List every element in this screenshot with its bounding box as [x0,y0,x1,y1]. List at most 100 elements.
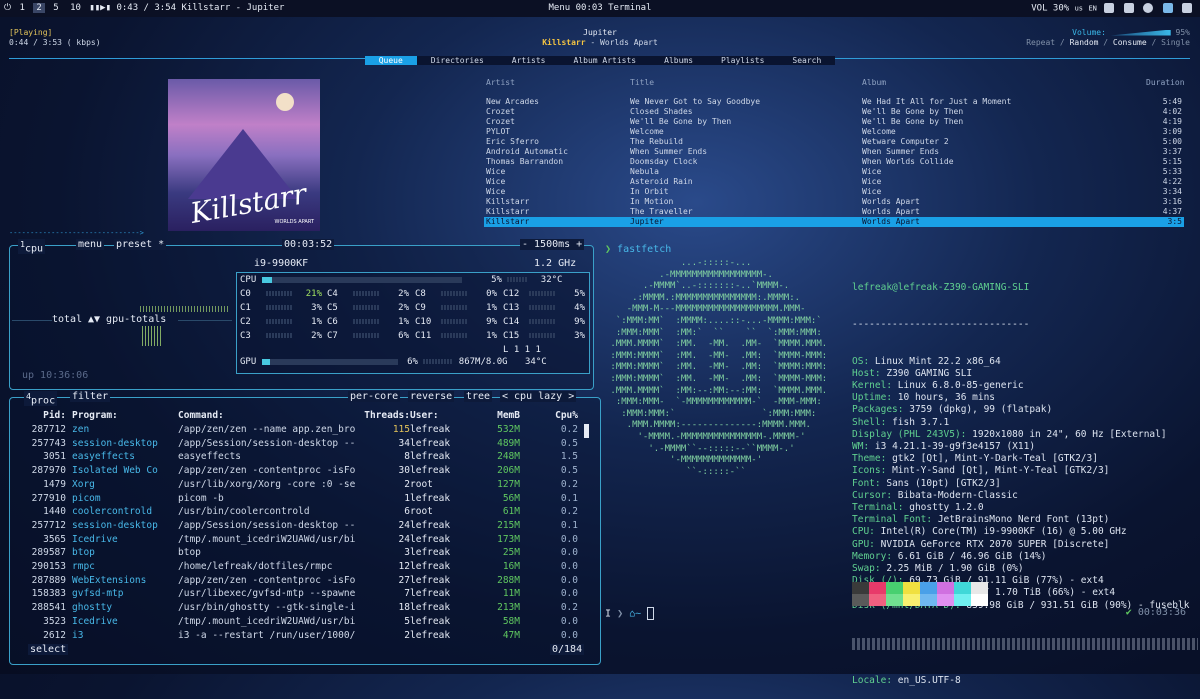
proc-pid: 2612 [43,629,66,641]
process-row[interactable]: 288541 ghostty/usr/bin/ghostty --gtk-sing… [10,602,590,615]
queue-row[interactable]: Wice Nebula Wice 5:33 [484,167,1184,177]
select-label[interactable]: select [28,644,69,655]
network-icon[interactable] [1143,3,1154,13]
btop-clock: 00:03:52 [282,239,335,250]
fastfetch-info-list: OS: Linux Mint 22.2 x86_64 Host: Z390 GAM… [852,356,1198,612]
reverse-toggle[interactable]: reverse [408,391,455,402]
mode-random[interactable]: Random [1070,38,1099,47]
queue-row[interactable]: Wice Asteroid Rain Wice 4:22 [484,177,1184,187]
header-program[interactable]: Program: [72,410,172,421]
process-row[interactable]: 1440 coolercontrold/usr/bin/coolercontrol… [10,506,590,519]
queue-row[interactable]: Killstarr Jupiter Worlds Apart 3:5 [484,217,1184,227]
process-row[interactable]: 277910 picom picom -b 1 lefreak 56M 0.1 [10,493,590,506]
core-graph [529,319,555,324]
volume-control[interactable]: Volume: 95% [1072,28,1190,37]
process-row[interactable]: 289587 btop btop 3 lefreak 25M 0.0 [10,547,590,560]
process-row[interactable]: 1479 Xorg/usr/lib/xorg/Xorg -core :0 -se 2… [10,479,590,492]
fastfetch-value: Z390 GAMING SLI [886,367,973,379]
header-threads[interactable]: Threads: [340,410,410,421]
filter-button[interactable]: filter [70,391,111,402]
cpu-core-c14: C14 9% [503,317,587,327]
core-graph [266,333,292,338]
process-row[interactable]: 158383 gvfsd-mtp/usr/libexec/gvfsd-mtp --… [10,588,590,601]
proc-threads: 18 [398,602,410,614]
queue-row[interactable]: Thomas Barrandon Doomsday Clock When World… [484,157,1184,167]
proc-mem: 206M [497,465,520,477]
queue-header-title[interactable]: Title [630,78,654,87]
cpu-core-c4: C4 2% [327,289,411,299]
tab-directories[interactable]: Directories [416,56,498,65]
mode-single[interactable]: Single [1161,38,1190,47]
queue-header-album[interactable]: Album [862,78,886,87]
fastfetch-info: lefreak@lefreak-Z390-GAMING-SLI --------… [852,258,1198,699]
volume-indicator[interactable]: VOL 30% [1031,4,1069,14]
process-row[interactable]: 257743 session-desktop/app/Session/sessio… [10,438,590,451]
process-row[interactable]: 3051 easyeffects easyeffects 8 lefreak 248M 1.… [10,451,590,464]
header-cpu[interactable]: Cpu% [530,410,578,421]
queue-row[interactable]: Killstarr The Traveller Worlds Apart 4:37 [484,207,1184,217]
process-row[interactable]: 3565 Icedrive/tmp/.mount_icedriW2UAWd/usr… [10,534,590,547]
queue-header-duration[interactable]: Duration [1146,78,1185,87]
bluetooth-icon[interactable] [1162,3,1173,13]
proc-threads: 34 [398,437,410,449]
queue-row[interactable]: Eric Sferro The Rebuild Wetware Computer 2… [484,137,1184,147]
screenshot-icon[interactable] [1123,3,1134,13]
queue-row[interactable]: Killstarr In Motion Worlds Apart 3:16 [484,197,1184,207]
ascii-line: '.-MMMM``--:::::--``MMMM-.' [605,443,795,454]
clipboard-icon[interactable] [1104,3,1115,13]
proc-mem: 11M [502,588,520,600]
process-row[interactable]: 290153 rmpc/home/lefreak/dotfiles/rmpc 12 l… [10,561,590,574]
queue-title: Welcome [630,127,664,136]
per-core-toggle[interactable]: per-core [348,391,401,402]
proc-mem: 25M [502,547,520,559]
mode-repeat[interactable]: Repeat [1026,38,1055,47]
core-label: C9 [415,303,426,313]
header-user[interactable]: User: [410,410,470,421]
sort-selector[interactable]: < cpu lazy > [500,391,577,402]
queue-row[interactable]: Crozet Closed Shades We'll Be Gone by Then… [484,107,1184,117]
tab-album-artists[interactable]: Album Artists [559,56,651,65]
proc-mem: 16M [502,561,520,572]
proc-tab[interactable]: 4proc [24,391,58,407]
tab-albums[interactable]: Albums [650,56,708,65]
tab-playlists[interactable]: Playlists [707,56,779,65]
menu-button[interactable]: menu [76,239,105,250]
fastfetch-value: Mint-Y-Sand [Qt], Mint-Y-Teal [GTK2/3] [892,465,1110,477]
process-row[interactable]: 257712 session-desktop/app/Session/sessio… [10,520,590,533]
process-row[interactable]: 287712 zen/app/zen/zen --name app.zen_bro… [10,424,590,437]
mode-consume[interactable]: Consume [1113,38,1147,47]
preset-button[interactable]: preset * [114,239,167,250]
volume-bar[interactable] [1110,29,1171,36]
queue-row[interactable]: PYLOT Welcome Welcome 3:09 [484,127,1184,137]
gpu-totals-toggle[interactable]: ▲▼ gpu-totals [88,314,166,325]
cpu-tab[interactable]: 1cpu [18,239,46,255]
queue-row[interactable]: New Arcades We Never Got to Say Goodbye We… [484,97,1184,107]
song-progress-bar[interactable]: -------------------------------> [9,229,144,237]
process-row[interactable]: 2612 i3 i3 -a --restart /run/user/1000/2 le… [10,630,590,643]
tab-artists[interactable]: Artists [497,56,560,65]
process-scrollbar[interactable] [584,424,589,438]
queue-row[interactable]: Wice In Orbit Wice 3:34 [484,187,1184,197]
update-icon[interactable] [1182,3,1192,13]
tree-toggle[interactable]: tree [464,391,493,402]
header-pid[interactable]: Pid: [20,410,66,421]
proc-user: lefreak [410,615,451,627]
update-interval[interactable]: - 1500ms + [520,239,585,250]
process-row[interactable]: 3523 Icedrive/tmp/.mount_icedriW2UAWd/usr… [10,616,590,629]
proc-cpu: 0.0 [560,533,578,545]
proc-pid: 288541 [31,602,66,614]
tab-search[interactable]: Search [778,56,836,65]
process-row[interactable]: 287970 Isolated Web Co/app/zen/zen -conte… [10,465,590,478]
queue-duration: 4:22 [1162,177,1182,186]
queue-header-artist[interactable]: Artist [486,78,515,87]
song-album: - Worlds Apart [585,38,658,47]
core-label: C3 [240,331,251,341]
queue-row[interactable]: Android Automatic When Summer Ends When Su… [484,147,1184,157]
tab-queue[interactable]: Queue [364,56,417,65]
queue-row[interactable]: Crozet We'll Be Gone by Then We'll Be Gone… [484,117,1184,127]
process-row[interactable]: 287889 WebExtensions/app/zen/zen -content… [10,575,590,588]
header-mem[interactable]: MemB [470,410,520,421]
top-center-clock[interactable]: Menu 00:03 Terminal [0,3,1200,13]
shell-prompt[interactable]: I ❯ ⌂~ [605,607,655,620]
core-graph [441,305,467,310]
